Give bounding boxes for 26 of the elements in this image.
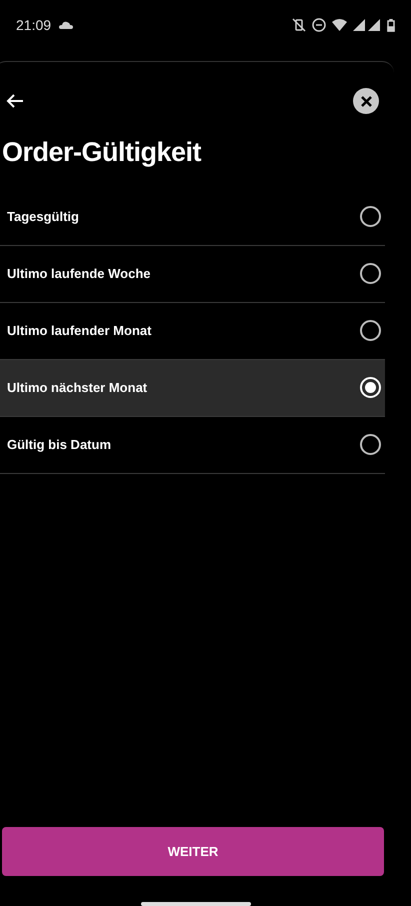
option-row[interactable]: Gültig bis Datum	[0, 416, 385, 474]
close-button[interactable]	[353, 88, 379, 114]
option-row[interactable]: Ultimo nächster Monat	[0, 360, 385, 416]
option-label: Ultimo laufender Monat	[7, 322, 152, 340]
do-not-disturb-icon	[312, 18, 326, 32]
cloud-icon	[59, 21, 74, 29]
weiter-button[interactable]: WEITER	[2, 827, 384, 876]
wifi-icon	[332, 19, 347, 31]
option-label: Tagesgültig	[7, 208, 79, 226]
vibrate-off-icon	[292, 18, 306, 32]
back-button[interactable]	[4, 92, 26, 110]
radio-button[interactable]	[360, 320, 381, 341]
battery-icon	[387, 18, 395, 32]
back-arrow-icon	[6, 94, 24, 108]
radio-button[interactable]	[360, 206, 381, 227]
option-row[interactable]: Ultimo laufender Monat	[0, 302, 385, 360]
option-label: Gültig bis Datum	[7, 436, 111, 454]
option-label: Ultimo laufende Woche	[7, 264, 150, 283]
close-icon	[360, 96, 372, 106]
option-row[interactable]: Ultimo laufende Woche	[0, 246, 385, 302]
page-title: Order-Gültigkeit	[2, 136, 202, 169]
radio-button[interactable]	[360, 434, 381, 455]
signal-icon	[353, 19, 381, 31]
radio-button[interactable]	[360, 263, 381, 284]
option-label: Ultimo nächster Monat	[7, 378, 148, 397]
status-time: 21:09	[16, 16, 52, 34]
